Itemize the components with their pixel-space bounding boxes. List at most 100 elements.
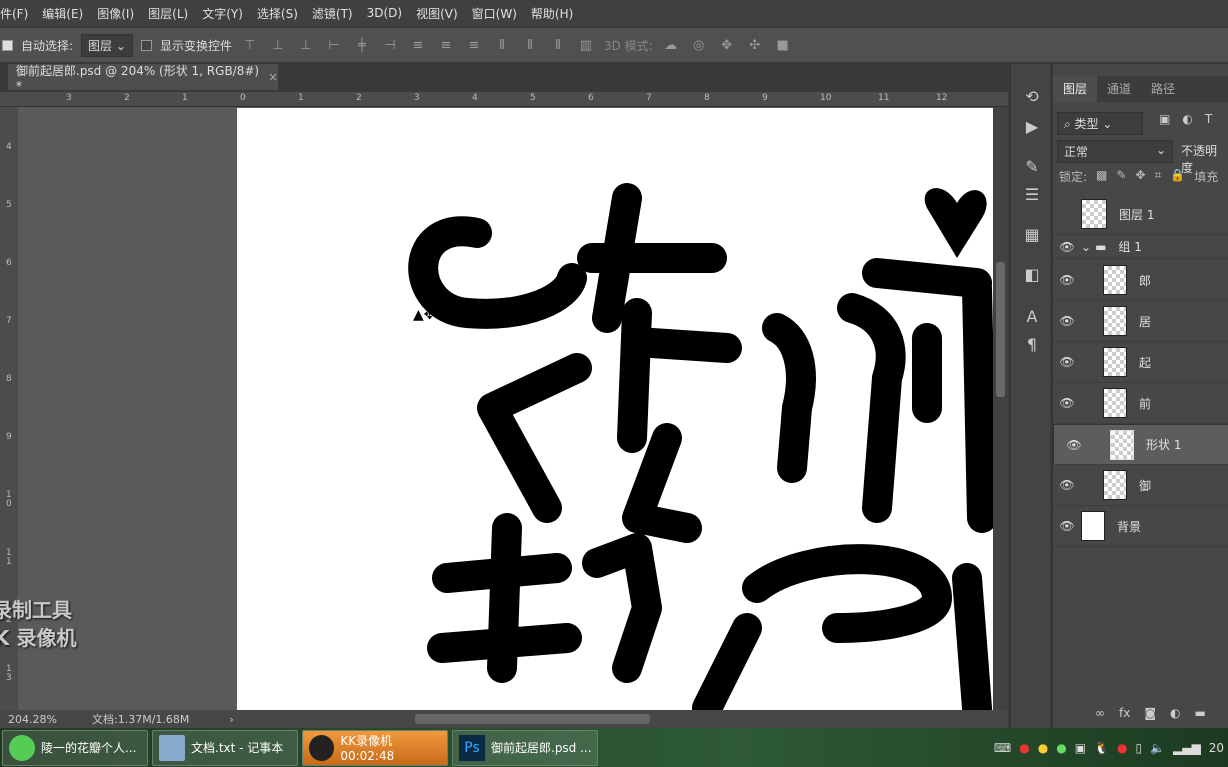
eye-icon[interactable]: 👁 bbox=[1053, 355, 1081, 369]
align-hcenter-icon[interactable]: ╪ bbox=[352, 38, 372, 53]
vertical-scrollbar[interactable] bbox=[993, 107, 1008, 710]
grid-swatches-icon[interactable]: ▦ bbox=[1021, 224, 1043, 246]
lock-image-icon[interactable]: ✎ bbox=[1116, 168, 1126, 185]
layer-row[interactable]: 👁 背景 bbox=[1053, 506, 1228, 547]
filter-pixel-icon[interactable]: ▣ bbox=[1159, 112, 1170, 126]
layer-row[interactable]: 👁 居 bbox=[1053, 301, 1228, 342]
3d-pan-icon[interactable]: ✥ bbox=[717, 38, 737, 53]
menu-file[interactable]: 件(F) bbox=[0, 5, 28, 22]
3d-slide-icon[interactable]: ✣ bbox=[745, 38, 765, 53]
taskbar-item-photoshop[interactable]: Ps 御前起居郎.psd ... bbox=[452, 729, 598, 766]
menu-edit[interactable]: 编辑(E) bbox=[42, 5, 83, 22]
tab-paths[interactable]: 路径 bbox=[1141, 76, 1185, 102]
adjustment-layer-icon[interactable]: ◐ bbox=[1170, 706, 1180, 720]
new-group-icon[interactable]: ▬ bbox=[1194, 706, 1205, 720]
distribute-left-icon[interactable]: ⫴ bbox=[492, 38, 512, 53]
layer-row[interactable]: 👁 前 bbox=[1053, 383, 1228, 424]
tab-channels[interactable]: 通道 bbox=[1097, 76, 1141, 102]
eye-icon[interactable]: 👁 bbox=[1053, 396, 1081, 410]
align-right-icon[interactable]: ⊣ bbox=[380, 38, 400, 53]
character-icon[interactable]: A bbox=[1021, 306, 1043, 328]
qq-icon[interactable]: 🐧 bbox=[1094, 741, 1109, 755]
tab-layers[interactable]: 图层 bbox=[1053, 76, 1098, 102]
layer-group-row[interactable]: 👁 ⌄ ▬ 组 1 bbox=[1053, 235, 1228, 259]
menu-select[interactable]: 选择(S) bbox=[257, 5, 298, 22]
blend-mode-dropdown[interactable]: 正常 ⌄ bbox=[1057, 140, 1173, 163]
adjustments-icon[interactable]: ☰ bbox=[1021, 184, 1043, 206]
eye-icon[interactable]: 👁 bbox=[1060, 438, 1088, 452]
align-left-icon[interactable]: ⊢ bbox=[324, 38, 344, 53]
auto-align-icon[interactable]: ▥ bbox=[576, 38, 596, 53]
lock-position-icon[interactable]: ✥ bbox=[1135, 168, 1145, 185]
brush-presets-icon[interactable]: ✎ bbox=[1021, 156, 1043, 178]
taskbar-item-notepad[interactable]: 文档.txt - 记事本 bbox=[152, 729, 298, 766]
lock-artboard-icon[interactable]: ⌗ bbox=[1155, 168, 1162, 185]
keyboard-icon[interactable]: ⌨ bbox=[994, 741, 1011, 755]
3d-orbit-icon[interactable]: ☁ bbox=[661, 38, 681, 53]
taskbar-item-browser[interactable]: 陵一的花瓣个人... bbox=[2, 729, 148, 766]
volume-icon[interactable]: 🔈 bbox=[1150, 741, 1165, 755]
tray-app-icon[interactable]: ● bbox=[1038, 741, 1048, 755]
layer-row-selected[interactable]: 👁 形状 1 bbox=[1053, 424, 1228, 465]
filter-type-icon[interactable]: T bbox=[1205, 112, 1212, 126]
eye-icon[interactable]: 👁 bbox=[1053, 240, 1081, 254]
tray-app-icon[interactable]: ● bbox=[1117, 741, 1127, 755]
layer-filter-dropdown[interactable]: ⌕ 类型 ⌄ bbox=[1057, 112, 1143, 135]
network-icon[interactable]: ▂▄▆ bbox=[1173, 741, 1201, 755]
layer-row[interactable]: 👁 御 bbox=[1053, 465, 1228, 506]
filter-adjustment-icon[interactable]: ◐ bbox=[1182, 112, 1192, 126]
usb-icon[interactable]: ▯ bbox=[1135, 741, 1142, 755]
tray-app-icon[interactable]: ● bbox=[1019, 741, 1029, 755]
align-top-icon[interactable]: ⊤ bbox=[240, 38, 260, 53]
menu-filter[interactable]: 滤镜(T) bbox=[312, 5, 353, 22]
align-vcenter-icon[interactable]: ⊥ bbox=[268, 38, 288, 53]
auto-select-checkbox[interactable] bbox=[2, 39, 13, 51]
menu-help[interactable]: 帮助(H) bbox=[531, 5, 573, 22]
eye-icon[interactable]: 👁 bbox=[1053, 314, 1081, 328]
distribute-vcenter-icon[interactable]: ≡ bbox=[436, 38, 456, 53]
distribute-right-icon[interactable]: ⫴ bbox=[548, 38, 568, 53]
canvas-area[interactable]: ▲✥ bbox=[18, 107, 993, 710]
horizontal-scroll-thumb[interactable] bbox=[415, 714, 650, 724]
document-tab[interactable]: 御前起居郎.psd @ 204% (形状 1, RGB/8#) * × bbox=[8, 64, 278, 93]
menu-3d[interactable]: 3D(D) bbox=[367, 6, 402, 20]
paragraph-icon[interactable]: ¶ bbox=[1021, 334, 1043, 356]
document-canvas[interactable] bbox=[237, 108, 993, 710]
tray-app-icon[interactable]: ▣ bbox=[1075, 741, 1086, 755]
close-icon[interactable]: × bbox=[268, 70, 278, 84]
layer-row[interactable]: 图层 1 bbox=[1053, 194, 1228, 235]
eye-icon[interactable]: 👁 bbox=[1053, 519, 1081, 533]
menu-type[interactable]: 文字(Y) bbox=[202, 5, 243, 22]
chevron-down-icon[interactable]: ⌄ bbox=[1081, 240, 1091, 254]
layer-row[interactable]: 👁 起 bbox=[1053, 342, 1228, 383]
mask-icon[interactable]: ◙ bbox=[1144, 706, 1156, 720]
actions-play-icon[interactable]: ▶ bbox=[1021, 116, 1043, 138]
show-transform-checkbox[interactable] bbox=[140, 39, 152, 51]
link-icon[interactable]: ∞ bbox=[1095, 706, 1105, 720]
distribute-top-icon[interactable]: ≡ bbox=[408, 38, 428, 53]
distribute-hcenter-icon[interactable]: ⫴ bbox=[520, 38, 540, 53]
menu-image[interactable]: 图像(I) bbox=[97, 5, 134, 22]
lock-transparent-icon[interactable]: ▩ bbox=[1096, 168, 1107, 185]
status-menu-arrow-icon[interactable]: › bbox=[229, 713, 233, 726]
vertical-scroll-thumb[interactable] bbox=[996, 262, 1005, 397]
wechat-icon[interactable]: ● bbox=[1056, 741, 1066, 755]
menu-layer[interactable]: 图层(L) bbox=[148, 5, 188, 22]
menu-view[interactable]: 视图(V) bbox=[416, 5, 458, 22]
layer-row[interactable]: 👁 郎 bbox=[1053, 260, 1228, 301]
align-bottom-icon[interactable]: ⊥ bbox=[296, 38, 316, 53]
lock-all-icon[interactable]: 🔒 bbox=[1170, 168, 1185, 185]
3d-roll-icon[interactable]: ◎ bbox=[689, 38, 709, 53]
clock[interactable]: 20 bbox=[1209, 741, 1224, 755]
zoom-level[interactable]: 204.28% bbox=[8, 713, 92, 726]
eye-icon[interactable]: 👁 bbox=[1053, 273, 1081, 287]
distribute-bottom-icon[interactable]: ≡ bbox=[464, 38, 484, 53]
history-icon[interactable]: ⟲ bbox=[1021, 86, 1043, 108]
menu-window[interactable]: 窗口(W) bbox=[472, 5, 517, 22]
taskbar-item-kk-recorder[interactable]: KK录像机 00:02:48 bbox=[302, 729, 448, 766]
auto-select-dropdown[interactable]: 图层 ⌄ bbox=[81, 33, 133, 57]
3d-scale-icon[interactable]: ■ bbox=[773, 38, 793, 53]
eye-icon[interactable]: 👁 bbox=[1053, 478, 1081, 492]
3d-panel-icon[interactable]: ◧ bbox=[1021, 264, 1043, 286]
fx-icon[interactable]: fx bbox=[1119, 706, 1130, 720]
